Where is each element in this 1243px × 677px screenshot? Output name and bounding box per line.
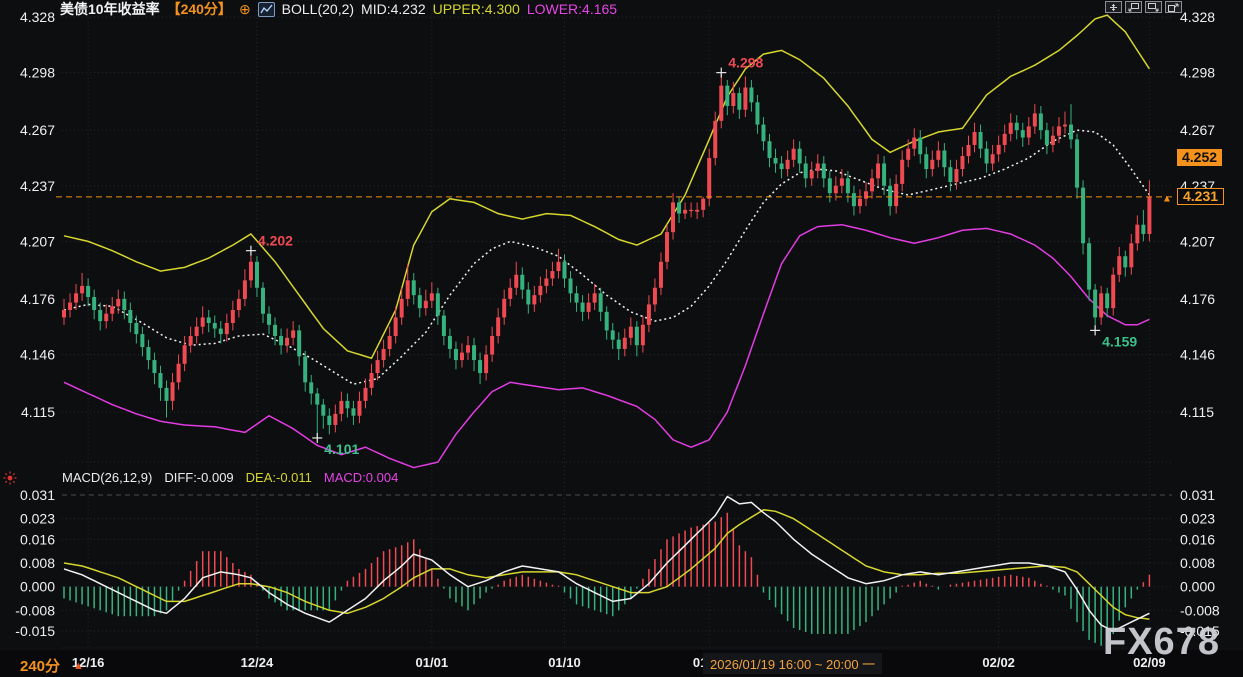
svg-text:0.008: 0.008 <box>1180 555 1215 571</box>
yield-chart-window: ▲ 4.202 4.101 4.298 4.159 4.328 4.328 4.298 4.29… <box>0 0 1243 677</box>
svg-text:4.328: 4.328 <box>1180 9 1215 25</box>
svg-text:01/01: 01/01 <box>416 655 449 670</box>
crosshair-time-tooltip: 2026/01/19 16:00 ~ 20:00 一 <box>703 653 882 674</box>
svg-text:4.267: 4.267 <box>1180 122 1215 138</box>
svg-text:▲: ▲ <box>1162 193 1172 204</box>
plus-circle-icon[interactable]: ⊕ <box>239 2 251 16</box>
svg-text:4.267: 4.267 <box>20 122 55 138</box>
svg-text:0.016: 0.016 <box>20 531 55 547</box>
indicator-header: 美债10年收益率 【240分】 ⊕ BOLL(20,2) MID:4.232 U… <box>60 1 617 17</box>
svg-text:0.031: 0.031 <box>20 487 55 503</box>
boll-label: BOLL(20,2) <box>282 1 354 17</box>
fx678-watermark: FX678 <box>1103 621 1220 664</box>
last-price-tag: 4.231 <box>1177 188 1224 205</box>
svg-text:4.237: 4.237 <box>20 178 55 194</box>
svg-text:0.023: 0.023 <box>20 511 55 527</box>
chart-toolbar <box>1105 1 1182 13</box>
svg-text:0.016: 0.016 <box>1180 531 1215 547</box>
period-selector-label[interactable]: 240分 <box>20 655 60 676</box>
svg-text:-0.015: -0.015 <box>15 623 55 639</box>
svg-text:0.023: 0.023 <box>1180 511 1215 527</box>
svg-text:0.031: 0.031 <box>1180 487 1215 503</box>
candles-layer <box>62 73 1151 438</box>
svg-text:4.298: 4.298 <box>20 65 55 81</box>
svg-text:4.328: 4.328 <box>20 9 55 25</box>
zoom-out-icon[interactable] <box>1125 1 1142 13</box>
svg-text:0.000: 0.000 <box>20 579 55 595</box>
svg-text:-0.008: -0.008 <box>1180 602 1220 618</box>
svg-text:4.146: 4.146 <box>20 347 55 363</box>
chart-canvas[interactable]: ▲ 4.202 4.101 4.298 4.159 4.328 4.328 4.298 4.29… <box>0 0 1243 677</box>
svg-text:4.146: 4.146 <box>1180 347 1215 363</box>
period-badge[interactable]: 【240分】 <box>167 0 232 19</box>
svg-text:4.115: 4.115 <box>21 404 55 420</box>
svg-text:12/24: 12/24 <box>241 655 274 670</box>
price-line-layer: ▲ <box>56 193 1172 204</box>
svg-text:01/10: 01/10 <box>548 655 581 670</box>
svg-text:4.176: 4.176 <box>1180 291 1215 307</box>
svg-text:4.159: 4.159 <box>1102 333 1137 349</box>
fullscreen-icon[interactable] <box>1165 1 1182 13</box>
boll-lower-value: LOWER:4.165 <box>527 1 617 17</box>
macd-header: MACD(26,12,9) DIFF:-0.009 DEA:-0.011 MAC… <box>62 470 398 485</box>
svg-text:4.298: 4.298 <box>1180 65 1215 81</box>
hover-price-tag: 4.252 <box>1177 149 1222 166</box>
period-selector[interactable]: 240分 ▲ <box>20 655 84 676</box>
macd-histogram-layer <box>64 513 1149 646</box>
svg-text:4.202: 4.202 <box>258 233 293 249</box>
svg-text:02/02: 02/02 <box>982 655 1015 670</box>
boll-mid-value: MID:4.232 <box>361 1 426 17</box>
svg-text:4.115: 4.115 <box>1180 404 1214 420</box>
macd-label: MACD(26,12,9) <box>62 470 152 485</box>
svg-text:0.008: 0.008 <box>20 555 55 571</box>
svg-text:4.207: 4.207 <box>1180 233 1215 249</box>
zoom-in-icon[interactable] <box>1145 1 1162 13</box>
boll-upper-value: UPPER:4.300 <box>433 1 520 17</box>
svg-text:4.101: 4.101 <box>324 441 359 457</box>
svg-text:4.207: 4.207 <box>20 233 55 249</box>
triangle-up-icon: ▲ <box>73 660 84 672</box>
svg-text:-0.008: -0.008 <box>15 602 55 618</box>
macd-dea-value: DEA:-0.011 <box>246 470 312 485</box>
macd-macd-value: MACD:0.004 <box>324 470 398 485</box>
mini-chart-icon[interactable] <box>258 2 275 17</box>
macd-diff-value: DIFF:-0.009 <box>164 470 233 485</box>
svg-text:0.000: 0.000 <box>1180 579 1215 595</box>
chart-title: 美债10年收益率 <box>60 0 160 19</box>
annotations-layer: 4.202 4.101 4.298 4.159 <box>246 55 1137 457</box>
svg-text:4.298: 4.298 <box>728 55 763 71</box>
alert-icon[interactable] <box>3 471 17 485</box>
svg-text:4.176: 4.176 <box>20 291 55 307</box>
pan-icon[interactable] <box>1105 1 1122 13</box>
